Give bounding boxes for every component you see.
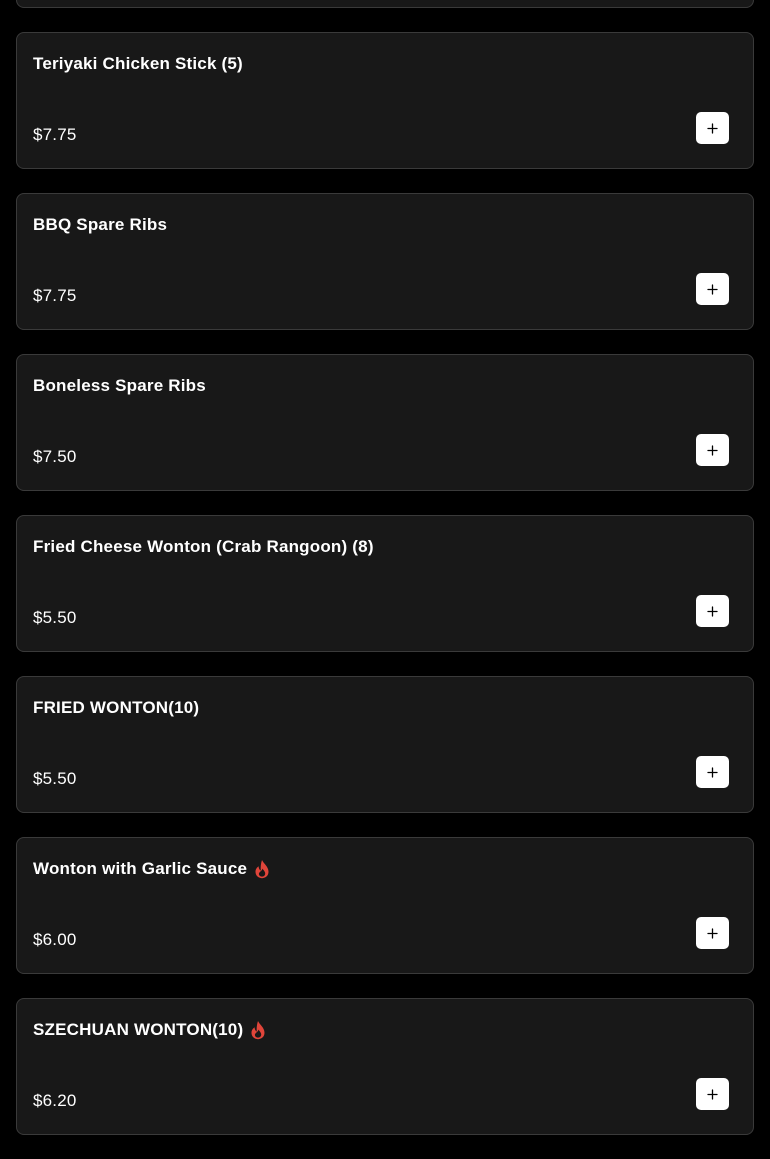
- item-name: Teriyaki Chicken Stick (5): [33, 54, 243, 74]
- item-name-text: SZECHUAN WONTON(10): [33, 1020, 244, 1039]
- plus-icon: [707, 766, 718, 778]
- item-price: $7.75: [33, 125, 77, 144]
- item-name-text: Wonton with Garlic Sauce: [33, 859, 248, 878]
- add-to-cart-button[interactable]: [696, 756, 729, 788]
- item-name-text: Teriyaki Chicken Stick (5): [33, 54, 243, 73]
- menu-item-card[interactable]: Teriyaki Chicken Stick (5) $7.75: [16, 32, 754, 169]
- menu-item-card[interactable]: Wonton with Garlic Sauce $6.00: [16, 837, 754, 974]
- add-to-cart-button[interactable]: [696, 917, 729, 949]
- item-name-text: Boneless Spare Ribs: [33, 376, 206, 395]
- item-name: Boneless Spare Ribs: [33, 376, 206, 396]
- flame-icon: [250, 1020, 266, 1040]
- add-to-cart-button[interactable]: [696, 1078, 729, 1110]
- menu-item-card[interactable]: FRIED WONTON(10) $5.50: [16, 676, 754, 813]
- add-to-cart-button[interactable]: [696, 112, 729, 144]
- item-price: $6.20: [33, 1091, 77, 1110]
- item-name: SZECHUAN WONTON(10): [33, 1020, 266, 1040]
- add-to-cart-button[interactable]: [696, 595, 729, 627]
- item-name-text: FRIED WONTON(10): [33, 698, 200, 717]
- plus-icon: [707, 1088, 718, 1100]
- menu-item-card[interactable]: BBQ Spare Ribs $7.75: [16, 193, 754, 330]
- item-name: Fried Cheese Wonton (Crab Rangoon) (8): [33, 537, 374, 557]
- item-name: FRIED WONTON(10): [33, 698, 199, 718]
- item-price: $5.50: [33, 769, 77, 788]
- plus-icon: [707, 605, 718, 617]
- item-price: $5.50: [33, 608, 77, 627]
- plus-icon: [707, 444, 718, 456]
- menu-item-card[interactable]: Fried Cheese Wonton (Crab Rangoon) (8) $…: [16, 515, 754, 652]
- menu-item-card[interactable]: [16, 0, 754, 8]
- plus-icon: [707, 283, 718, 295]
- item-price: $7.50: [33, 447, 77, 466]
- item-name: Wonton with Garlic Sauce: [33, 859, 270, 879]
- menu-item-card[interactable]: Boneless Spare Ribs $7.50: [16, 354, 754, 491]
- add-to-cart-button[interactable]: [696, 434, 729, 466]
- plus-icon: [707, 927, 718, 939]
- item-name: BBQ Spare Ribs: [33, 215, 167, 235]
- menu-item-card[interactable]: SZECHUAN WONTON(10) $6.20: [16, 998, 754, 1135]
- item-price: $6.00: [33, 930, 77, 949]
- plus-icon: [707, 122, 718, 134]
- flame-icon: [254, 859, 270, 879]
- item-price: $7.75: [33, 286, 77, 305]
- item-name-text: BBQ Spare Ribs: [33, 215, 168, 234]
- item-name-text: Fried Cheese Wonton (Crab Rangoon) (8): [33, 537, 374, 556]
- add-to-cart-button[interactable]: [696, 273, 729, 305]
- menu-item-list: Teriyaki Chicken Stick (5) $7.75 BBQ Spa…: [16, 0, 754, 1159]
